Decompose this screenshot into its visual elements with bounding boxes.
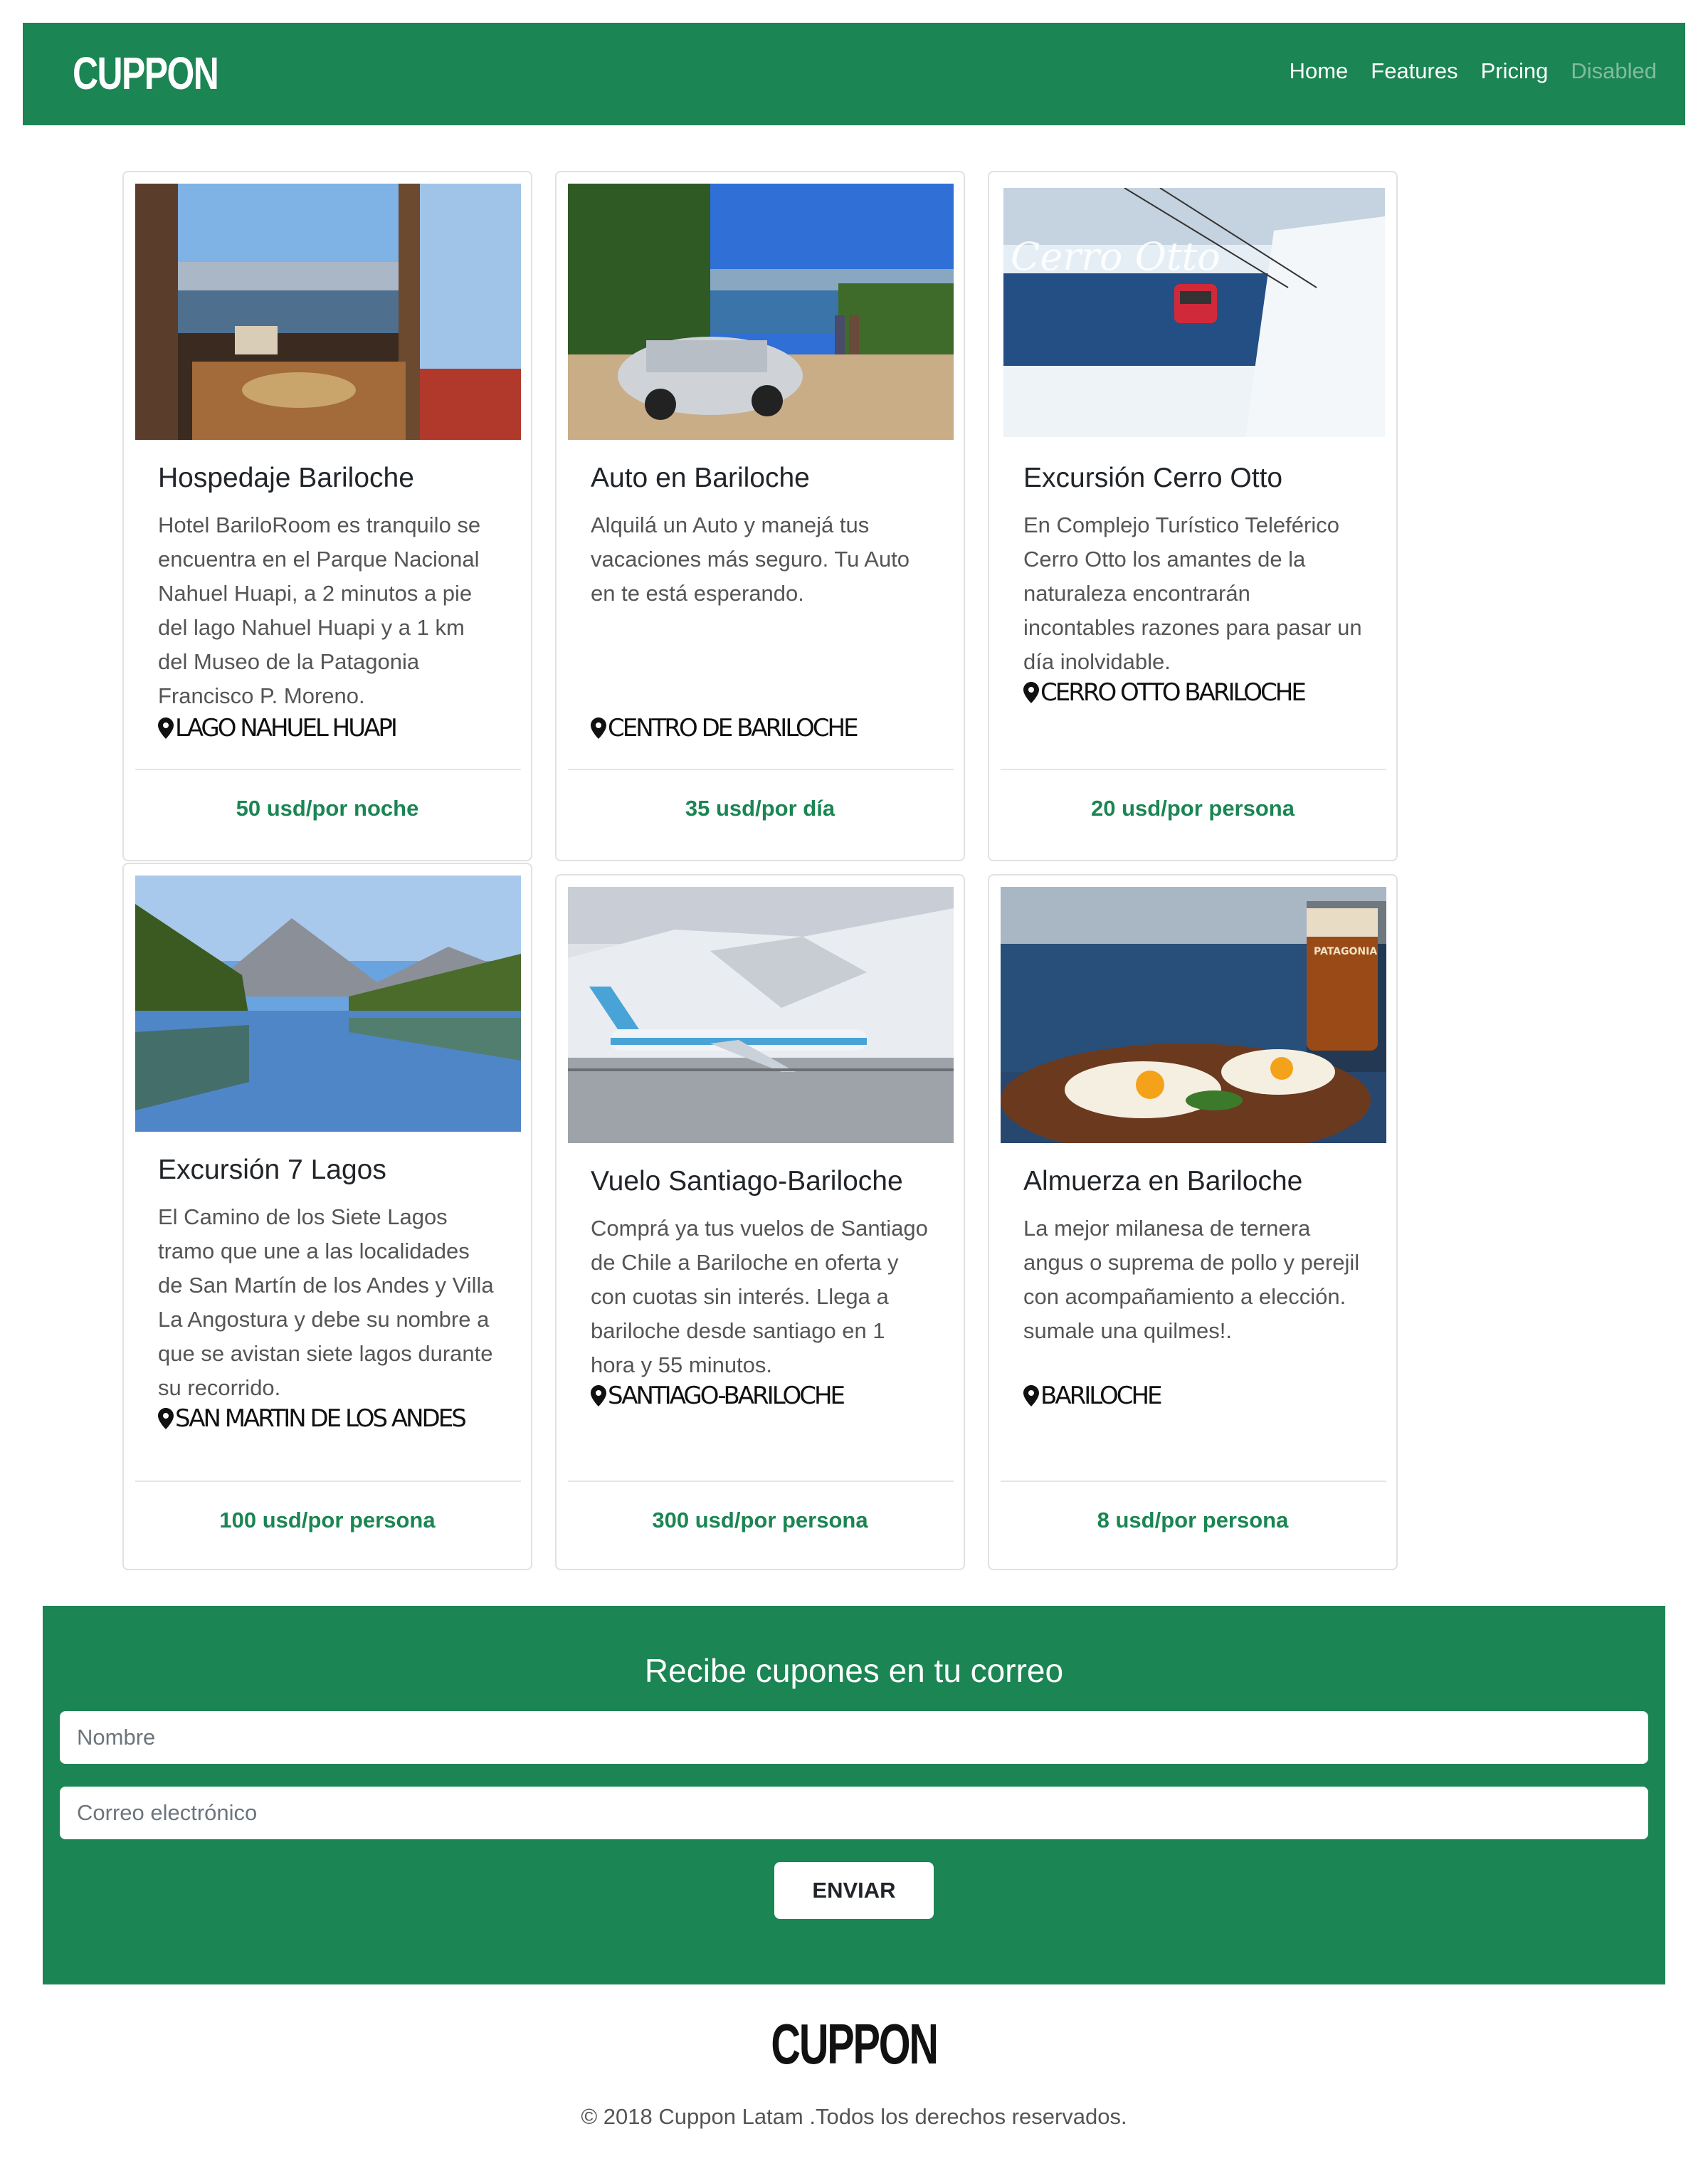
- card-image-mountain-lake: [135, 876, 521, 1132]
- card-divider: [135, 1481, 521, 1482]
- card-divider: [568, 769, 954, 770]
- offer-card-auto: Auto en Bariloche Alquilá un Auto y mane…: [555, 171, 965, 861]
- name-input[interactable]: [60, 1711, 1648, 1764]
- offer-card-cerro-otto: Cerro Otto Excursión Cerro Otto En Compl…: [988, 171, 1398, 861]
- card-title: Auto en Bariloche: [591, 463, 810, 493]
- card-image-caption: Cerro Otto: [1011, 234, 1221, 279]
- card-image-hotel: [135, 184, 521, 440]
- copyright: © 2018 Cuppon Latam .Todos los derechos …: [581, 2104, 1127, 2129]
- nav-link-pricing[interactable]: Pricing: [1481, 58, 1549, 84]
- offer-card-almuerzo: PATAGONIA Almuerza en Bariloche La mejor…: [988, 874, 1398, 1570]
- card-location-label: CENTRO DE BARILOCHE: [608, 714, 859, 742]
- email-input[interactable]: [60, 1787, 1648, 1839]
- footer-logo-text: CUPPON: [771, 2012, 939, 2076]
- card-price: 8 usd/por persona: [1097, 1508, 1289, 1532]
- card-divider: [568, 1481, 954, 1482]
- card-text: El Camino de los Siete Lagos tramo que u…: [158, 1204, 494, 1400]
- card-text: Alquilá un Auto y manejá tus vacaciones …: [591, 512, 910, 606]
- card-text: En Complejo Turístico Teleférico Cerro O…: [1023, 512, 1362, 674]
- card-title: Excursión Cerro Otto: [1023, 463, 1283, 493]
- footer-logo: CUPPON: [0, 2012, 1708, 2077]
- map-pin-icon: [1023, 1385, 1039, 1407]
- card-price: 20 usd/por persona: [1091, 796, 1295, 821]
- subscribe-section: Recibe cupones en tu correo ENVIAR: [43, 1606, 1665, 1984]
- nav-links: Home Features Pricing Disabled: [1290, 58, 1657, 84]
- card-location-label: BARILOCHE: [1040, 1382, 1163, 1410]
- card-location-label: CERRO OTTO BARILOCHE: [1040, 678, 1307, 707]
- card-divider: [1001, 1481, 1386, 1482]
- card-location: SANTIAGO-BARILOCHE: [591, 1384, 932, 1408]
- card-location: CENTRO DE BARILOCHE: [591, 716, 932, 740]
- card-image-car: [568, 184, 954, 440]
- card-price: 100 usd/por persona: [219, 1508, 436, 1532]
- offer-card-vuelo: Vuelo Santiago-Bariloche Comprá ya tus v…: [555, 874, 965, 1570]
- map-pin-icon: [591, 717, 606, 739]
- subscribe-title: Recibe cupones en tu correo: [644, 1652, 1064, 1689]
- card-title: Excursión 7 Lagos: [158, 1155, 386, 1185]
- brand-logo[interactable]: CUPPON: [73, 47, 219, 100]
- card-location-label: LAGO NAHUEL HUAPI: [175, 714, 398, 742]
- card-location: BARILOCHE: [1023, 1384, 1365, 1408]
- card-price: 300 usd/por persona: [652, 1508, 868, 1532]
- card-divider: [1001, 769, 1386, 770]
- nav-link-disabled: Disabled: [1571, 58, 1657, 83]
- card-text: Hotel BariloRoom es tranquilo se encuent…: [158, 512, 481, 708]
- map-pin-icon: [591, 1385, 606, 1407]
- card-image-food: PATAGONIA: [1001, 887, 1386, 1143]
- card-text: Comprá ya tus vuelos de Santiago de Chil…: [591, 1216, 928, 1377]
- card-title: Vuelo Santiago-Bariloche: [591, 1166, 903, 1197]
- navbar: CUPPON Home Features Pricing Disabled: [23, 23, 1685, 125]
- card-location: CERRO OTTO BARILOCHE: [1023, 680, 1365, 705]
- card-title: Hospedaje Bariloche: [158, 463, 414, 493]
- nav-link-home[interactable]: Home: [1290, 58, 1349, 84]
- card-title: Almuerza en Bariloche: [1023, 1166, 1303, 1197]
- card-location: LAGO NAHUEL HUAPI: [158, 716, 500, 740]
- offer-card-7-lagos: Excursión 7 Lagos El Camino de los Siete…: [122, 863, 532, 1570]
- nav-link-features[interactable]: Features: [1371, 58, 1457, 84]
- card-image-caption: PATAGONIA: [1314, 946, 1377, 957]
- card-location-label: SAN MARTIN DE LOS ANDES: [175, 1404, 467, 1433]
- map-pin-icon: [158, 717, 174, 739]
- send-button[interactable]: ENVIAR: [774, 1862, 934, 1919]
- card-price: 50 usd/por noche: [236, 796, 419, 821]
- card-price: 35 usd/por día: [685, 796, 835, 821]
- card-location-label: SANTIAGO-BARILOCHE: [608, 1382, 845, 1410]
- offer-card-hospedaje: Hospedaje Bariloche Hotel BariloRoom es …: [122, 171, 532, 861]
- map-pin-icon: [1023, 682, 1039, 703]
- card-image-airplane: [568, 887, 954, 1143]
- map-pin-icon: [158, 1408, 174, 1429]
- card-text: La mejor milanesa de ternera angus o sup…: [1023, 1216, 1360, 1343]
- card-location: SAN MARTIN DE LOS ANDES: [158, 1407, 500, 1431]
- card-image-cable-car: Cerro Otto: [1003, 188, 1385, 437]
- card-divider: [135, 769, 521, 770]
